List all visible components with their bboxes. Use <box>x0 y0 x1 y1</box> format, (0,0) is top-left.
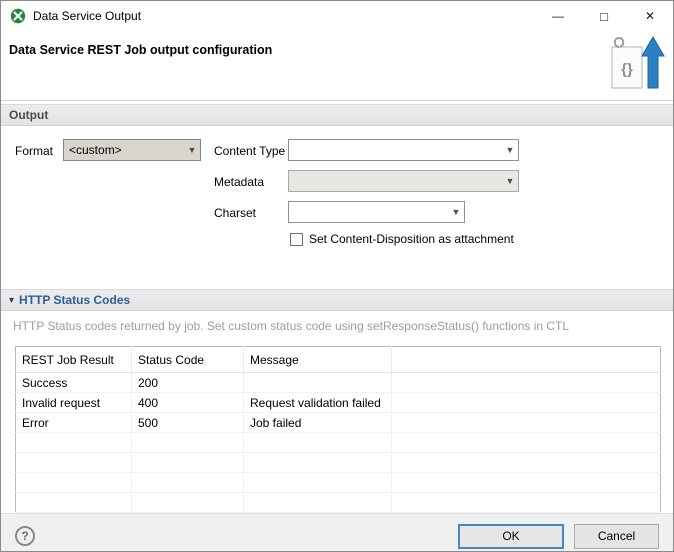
table-cell: Request validation failed <box>244 393 392 413</box>
output-form: Format <custom> ▼ Content Type ▼ Metadat… <box>1 126 673 286</box>
chevron-down-icon: ▼ <box>184 140 200 160</box>
table-cell <box>392 433 661 453</box>
table-row[interactable]: Success200 <box>16 373 661 393</box>
col-header-message[interactable]: Message <box>244 347 392 373</box>
content-type-label: Content Type <box>214 144 285 158</box>
content-type-combobox[interactable]: ▼ <box>288 139 519 161</box>
app-icon <box>10 8 26 24</box>
content-disposition-label: Set Content-Disposition as attachment <box>309 232 514 246</box>
table-cell <box>244 373 392 393</box>
table-cell <box>132 473 244 493</box>
table-cell <box>392 373 661 393</box>
titlebar: Data Service Output — □ ✕ <box>1 1 673 31</box>
col-header-rest-job-result[interactable]: REST Job Result <box>16 347 132 373</box>
minimize-button[interactable]: — <box>535 1 581 31</box>
chevron-down-icon: ▼ <box>502 140 518 160</box>
table-row[interactable] <box>16 473 661 493</box>
table-cell <box>132 493 244 513</box>
dialog-header: Data Service REST Job output configurati… <box>1 31 673 101</box>
http-status-description: HTTP Status codes returned by job. Set c… <box>1 311 673 333</box>
svg-text:{}: {} <box>621 61 633 78</box>
table-cell <box>16 433 132 453</box>
table-cell <box>392 453 661 473</box>
data-service-output-dialog: Data Service Output — □ ✕ Data Service R… <box>0 0 674 552</box>
chevron-down-icon: ▼ <box>448 202 464 222</box>
status-codes-table: REST Job Result Status Code Message Succ… <box>15 346 661 513</box>
chevron-down-icon: ▼ <box>502 171 518 191</box>
table-cell: Job failed <box>244 413 392 433</box>
table-cell <box>244 433 392 453</box>
button-bar: ? OK Cancel <box>1 513 673 552</box>
table-cell <box>392 493 661 513</box>
ok-button[interactable]: OK <box>458 524 564 549</box>
table-row[interactable] <box>16 433 661 453</box>
table-cell: 400 <box>132 393 244 413</box>
window-controls: — □ ✕ <box>535 1 673 31</box>
status-codes-table-wrap: REST Job Result Status Code Message Succ… <box>15 346 659 513</box>
table-cell <box>244 453 392 473</box>
format-label: Format <box>15 144 53 158</box>
output-section-header: Output <box>1 104 673 126</box>
close-button[interactable]: ✕ <box>627 1 673 31</box>
metadata-combobox[interactable]: ▼ <box>288 170 519 192</box>
format-combobox[interactable]: <custom> ▼ <box>63 139 201 161</box>
collapse-triangle-icon: ▾ <box>9 295 14 306</box>
table-row[interactable]: Invalid request400Request validation fai… <box>16 393 661 413</box>
table-row[interactable] <box>16 453 661 473</box>
output-section-title: Output <box>9 108 48 122</box>
charset-label: Charset <box>214 206 256 220</box>
table-cell <box>392 413 661 433</box>
rest-output-icon: {} <box>609 34 665 99</box>
table-cell: 500 <box>132 413 244 433</box>
table-cell <box>244 493 392 513</box>
table-cell: Success <box>16 373 132 393</box>
table-cell <box>392 473 661 493</box>
metadata-label: Metadata <box>214 175 264 189</box>
status-table-body: Success200Invalid request400Request vali… <box>16 373 661 513</box>
content-disposition-row: Set Content-Disposition as attachment <box>290 232 514 246</box>
table-cell: Error <box>16 413 132 433</box>
format-value: <custom> <box>64 143 184 157</box>
table-cell <box>16 473 132 493</box>
table-row[interactable] <box>16 493 661 513</box>
charset-combobox[interactable]: ▼ <box>288 201 465 223</box>
help-button[interactable]: ? <box>15 526 35 546</box>
content-disposition-checkbox[interactable] <box>290 233 303 246</box>
table-cell <box>16 493 132 513</box>
table-cell <box>244 473 392 493</box>
dialog-heading: Data Service REST Job output configurati… <box>9 43 272 57</box>
window-title: Data Service Output <box>33 9 141 23</box>
table-cell <box>392 393 661 413</box>
table-cell: Invalid request <box>16 393 132 413</box>
maximize-button[interactable]: □ <box>581 1 627 31</box>
table-cell <box>132 453 244 473</box>
table-cell: 200 <box>132 373 244 393</box>
http-status-section-header[interactable]: ▾ HTTP Status Codes <box>1 289 673 311</box>
http-status-section-title: HTTP Status Codes <box>19 293 130 307</box>
table-cell <box>16 453 132 473</box>
table-cell <box>132 433 244 453</box>
table-row[interactable]: Error500Job failed <box>16 413 661 433</box>
col-header-filler <box>392 347 661 373</box>
cancel-button[interactable]: Cancel <box>574 524 659 549</box>
table-header-row: REST Job Result Status Code Message <box>16 347 661 373</box>
col-header-status-code[interactable]: Status Code <box>132 347 244 373</box>
